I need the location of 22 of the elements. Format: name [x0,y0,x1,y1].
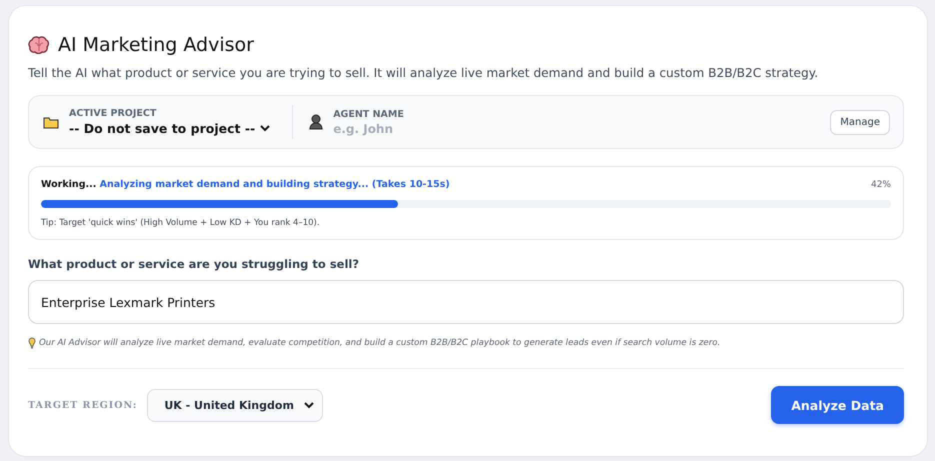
person-icon [309,114,324,130]
chevron-icon [260,125,270,132]
page-title: AI Marketing Advisor [58,34,254,56]
analyze-button[interactable]: Analyze Data [771,386,904,424]
chevron-icon [304,402,314,408]
brain-icon [28,36,50,54]
agent-label: AGENT NAME [333,108,405,120]
project-select[interactable]: -- Do not save to project -- [69,121,270,136]
question-label: What product or service are you struggling to sell? [28,257,360,271]
agent-name-field[interactable]: e.g. John [333,122,534,136]
project-label: ACTIVE PROJECT [69,108,158,119]
status-text: Working... Analyzing market demand and building strategy... (Takes 10-15s) [41,179,450,190]
description-text: Tell the AI what product or service you are trying to sell. It will analyze live market demand and build a custom B2B/B2C strategy. [28,66,820,80]
region-label: TARGET REGION: [28,400,138,410]
region-select[interactable]: UK - United Kingdom [147,388,323,422]
tip-text: Tip: Target 'quick wins' (High Volume + Low KD + You rank 4–10). [41,218,321,228]
manage-button[interactable]: Manage [830,110,890,134]
hint-text: Our AI Advisor will analyze live market demand, evaluate competition, and build a custom B2B/B2C playbook to generate leads even if search volume is zero. [39,338,720,348]
percent-text: 42% [870,180,891,190]
product-field[interactable]: Enterprise Lexmark Printers [28,280,904,324]
lightbulb-icon [28,337,36,349]
folder-icon [43,116,59,128]
